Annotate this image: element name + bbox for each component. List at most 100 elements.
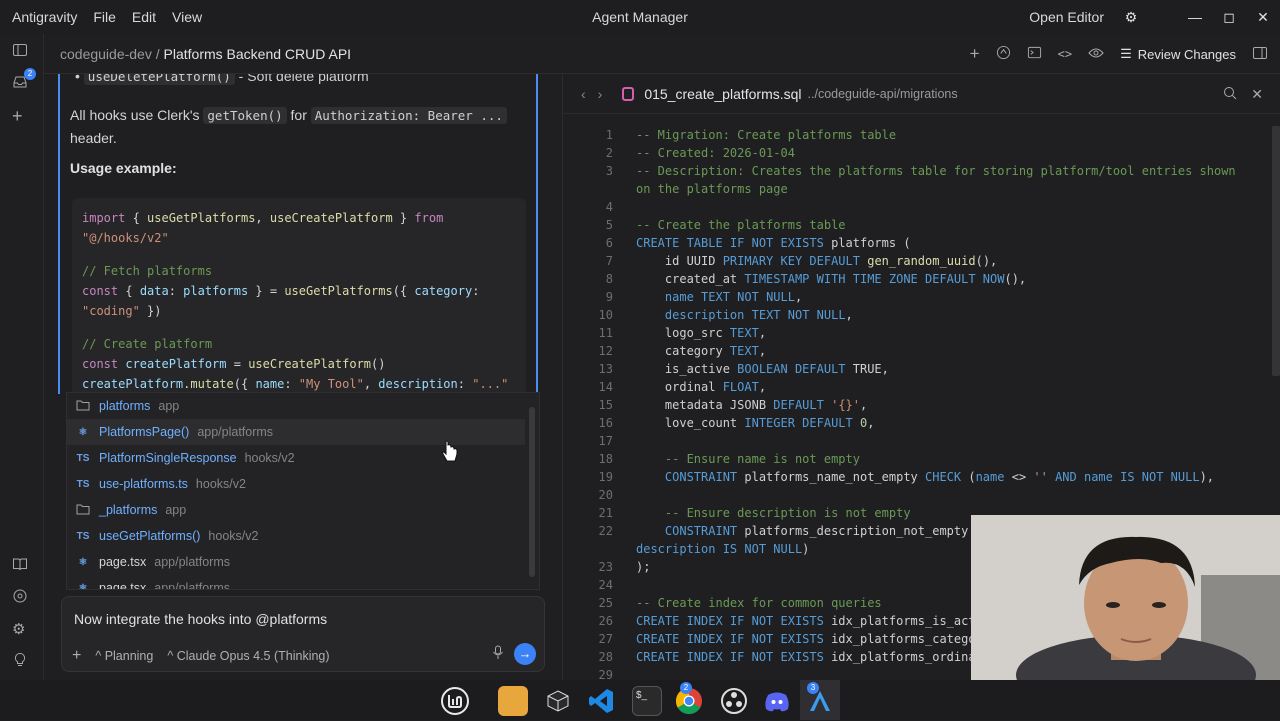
autocomplete-item[interactable]: _platforms app (67, 497, 525, 523)
autocomplete-item[interactable]: TS use-platforms.ts hooks/v2 (67, 471, 525, 497)
autocomplete-item[interactable]: TS useGetPlatforms() hooks/v2 (67, 523, 525, 549)
autocomplete-item[interactable]: ⚛ page.tsx app/platforms (67, 575, 525, 590)
chat-input-text[interactable]: Now integrate the hooks into @platforms (74, 611, 327, 627)
line-number: 13 (598, 362, 613, 376)
maximize-icon[interactable]: ◻ (1212, 9, 1246, 26)
mcp-icon[interactable] (12, 588, 32, 608)
code-line: 12 category TEXT, (563, 342, 1273, 360)
line-number: 2 (605, 146, 613, 160)
code-line: 11 logo_src TEXT, (563, 324, 1273, 342)
autocomplete-path: app/platforms (197, 425, 274, 439)
settings-gear-icon[interactable]: ⚙ (1114, 9, 1148, 26)
autocomplete-scrollbar[interactable] (529, 407, 535, 577)
typescript-icon: TS (76, 530, 90, 542)
minimize-icon[interactable]: — (1178, 9, 1212, 25)
docs-book-icon[interactable] (12, 556, 32, 576)
preview-eye-icon[interactable] (1088, 46, 1104, 63)
line-number: 7 (605, 254, 613, 268)
review-changes-label: Review Changes (1137, 46, 1236, 62)
vscode-icon[interactable] (586, 686, 616, 716)
linux-mint-menu-icon[interactable] (440, 686, 470, 716)
menu-view[interactable]: View (172, 9, 202, 25)
code-icon[interactable]: <> (1058, 47, 1072, 61)
mention-autocomplete-popup: platforms app ⚛ PlatformsPage() app/plat… (66, 392, 540, 590)
code-line: 14 ordinal FLOAT, (563, 378, 1273, 396)
obs-icon[interactable] (719, 686, 749, 716)
terminal-icon[interactable] (1027, 45, 1042, 63)
menu-edit[interactable]: Edit (132, 9, 156, 25)
breadcrumb: codeguide-dev / Platforms Backend CRUD A… (44, 46, 351, 62)
settings-icon[interactable]: ⚙ (12, 620, 32, 640)
line-number: 1 (605, 128, 613, 142)
line-number: 12 (598, 344, 613, 358)
discord-icon[interactable] (762, 686, 792, 716)
mouse-cursor-icon (440, 440, 460, 469)
code-line: "@/hooks/v2" (82, 231, 169, 245)
code-line: createPlatform.mutate({ name: "My Tool",… (82, 377, 509, 391)
close-editor-icon[interactable]: ✕ (1251, 86, 1263, 103)
attach-plus-icon[interactable]: + (72, 647, 81, 665)
terminal-app-icon[interactable]: $_ (632, 686, 662, 716)
model-selector[interactable]: ^ Claude Opus 4.5 (Thinking) (167, 649, 329, 663)
autocomplete-name-text: PlatformsPage() (99, 425, 190, 439)
toggle-panel-icon[interactable] (1252, 45, 1268, 64)
line-number: 22 (598, 524, 613, 538)
agent-icon[interactable] (996, 45, 1011, 63)
microphone-icon[interactable] (492, 645, 504, 663)
chevron-up-icon: ^ (167, 649, 177, 663)
close-window-icon[interactable]: ✕ (1246, 9, 1280, 26)
left-icon-rail: 2 + ⚙ (0, 34, 44, 680)
autocomplete-item[interactable]: platforms app (67, 393, 525, 419)
autocomplete-name: page.tsx (99, 581, 147, 590)
database-file-icon (622, 86, 635, 101)
autocomplete-path: app/platforms (154, 581, 230, 590)
code-line: "coding" }) (82, 304, 162, 318)
back-forward-icons[interactable]: ‹› (581, 86, 614, 102)
line-number: 17 (598, 434, 613, 448)
autocomplete-name: _platforms (99, 503, 157, 517)
breadcrumb-workspace[interactable]: codeguide-dev (60, 46, 152, 62)
inbox-icon[interactable]: 2 (12, 68, 36, 94)
code-line: // Fetch platforms (82, 264, 213, 278)
editor-tab-header: ‹› 015_create_platforms.sql ../codeguide… (563, 74, 1280, 114)
autocomplete-name: PlatformsPage() (99, 425, 189, 439)
inline-code: useDeletePlatform() (83, 74, 235, 85)
file-manager-folder-icon[interactable] (498, 686, 528, 716)
autocomplete-path: hooks/v2 (244, 451, 295, 465)
code-line: // Create platform (82, 337, 213, 351)
sidebar-toggle-icon[interactable] (12, 42, 32, 62)
autocomplete-name: page.tsx (99, 555, 147, 569)
react-icon: ⚛ (78, 556, 88, 568)
code-line: 18 -- Ensure name is not empty (563, 450, 1273, 468)
new-conversation-plus-icon[interactable]: + (12, 107, 32, 128)
review-changes-button[interactable]: ☰ Review Changes (1120, 46, 1236, 62)
react-icon: ⚛ (78, 582, 88, 590)
chat-input-box[interactable]: Now integrate the hooks into @platforms … (61, 596, 545, 672)
antigravity-app-icon[interactable]: 3 (805, 682, 835, 716)
menu-file[interactable]: File (93, 9, 116, 25)
para-text-3: header. (70, 130, 117, 146)
open-editor-button[interactable]: Open Editor (1029, 9, 1104, 25)
code-line: 6 CREATE TABLE IF NOT EXISTS platforms ( (563, 234, 1273, 252)
mode-selector[interactable]: ^ Planning (95, 649, 153, 663)
code-line: const { data: platforms } = useGetPlatfo… (82, 284, 480, 298)
search-icon[interactable] (1223, 86, 1237, 103)
line-number: 25 (598, 596, 613, 610)
autocomplete-item[interactable]: ⚛ page.tsx app/platforms (67, 549, 525, 575)
editor-scrollbar[interactable] (1272, 126, 1280, 376)
code-line: 17 (563, 432, 1273, 450)
code-block: import { useGetPlatforms, useCreatePlatf… (72, 198, 526, 394)
send-button[interactable]: → (514, 643, 536, 665)
line-number: 11 (598, 326, 613, 340)
os-taskbar: $_ 2 3 (0, 680, 1280, 720)
line-number: 21 (598, 506, 613, 520)
editor-filepath: ../codeguide-api/migrations (807, 86, 958, 101)
lightbulb-icon[interactable] (12, 652, 32, 672)
line-number: 19 (598, 470, 613, 484)
line-number: 24 (598, 578, 613, 592)
react-icon: ⚛ (78, 426, 88, 438)
bullet-text: - Soft delete platform (234, 74, 369, 84)
package-box-icon[interactable] (543, 686, 573, 716)
chrome-icon[interactable]: 2 (674, 682, 704, 716)
add-icon[interactable]: + (970, 44, 980, 64)
